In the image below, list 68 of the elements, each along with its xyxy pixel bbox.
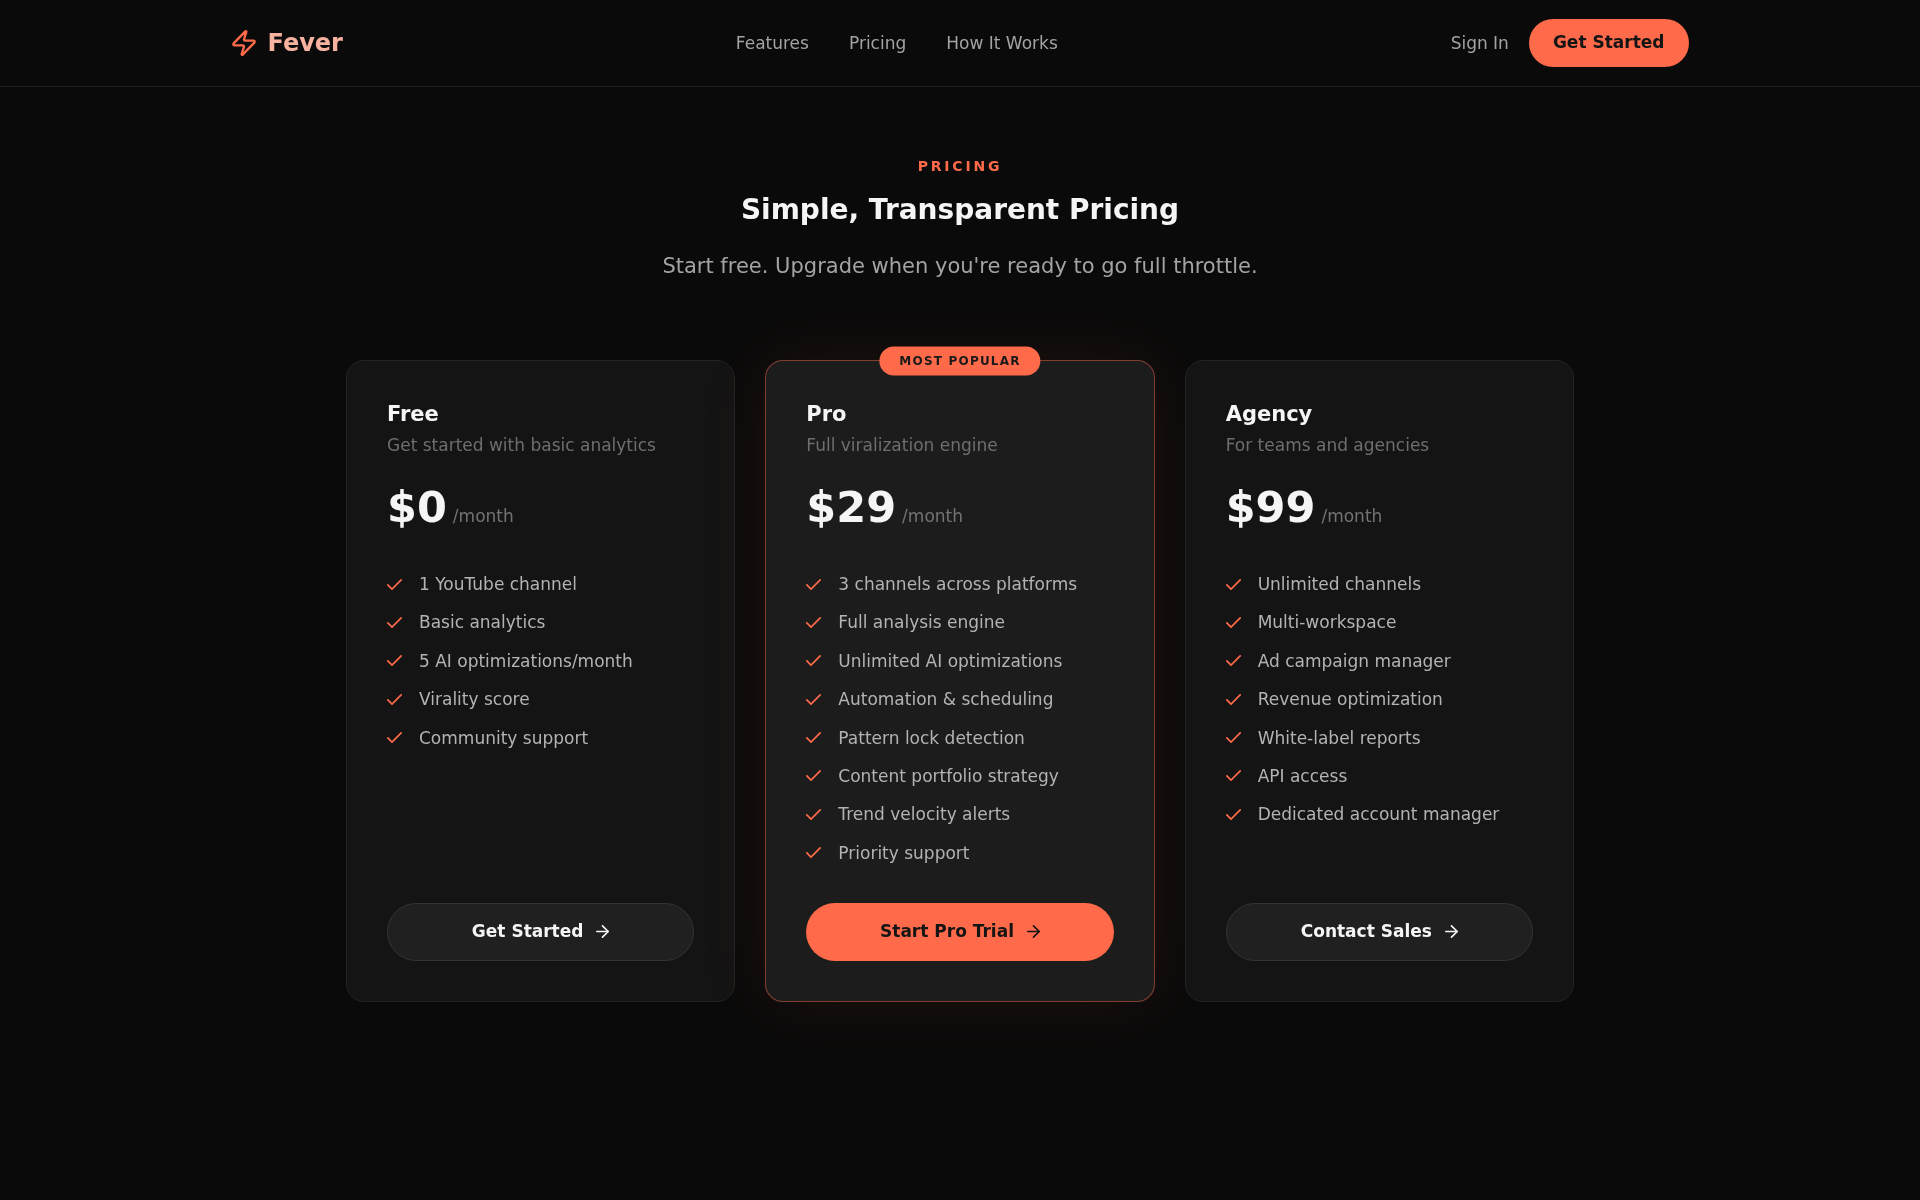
check-icon <box>806 693 822 705</box>
feature-text: Revenue optimization <box>1257 688 1443 712</box>
check-icon <box>806 655 822 667</box>
check-icon <box>387 616 402 628</box>
check-icon <box>806 732 822 744</box>
arrow-right-icon <box>596 925 610 939</box>
nav-link[interactable]: Pricing <box>848 31 907 55</box>
feature-text: Basic analytics <box>419 611 546 635</box>
feature-text: 3 channels across platforms <box>838 573 1078 596</box>
section-label: PRICING <box>917 157 1003 176</box>
popular-badge: MOST POPULAR <box>879 346 1041 376</box>
logo-link[interactable]: Fever <box>231 27 343 59</box>
plan-price: $0 <box>387 481 447 533</box>
feature-text: Content portfolio strategy <box>838 764 1059 788</box>
nav-link[interactable]: Features <box>735 31 809 55</box>
feature-text: Unlimited AI optimizations <box>838 649 1063 673</box>
check-icon <box>387 693 402 705</box>
check-icon <box>1225 578 1241 590</box>
check-icon <box>806 770 822 782</box>
lightning-bolt-icon <box>231 30 256 56</box>
check-icon <box>806 847 822 859</box>
plan-price: $99 <box>1225 481 1316 533</box>
feature-text: Ad campaign manager <box>1257 649 1451 673</box>
page-subtitle: Start free. Upgrade when you're ready to go full throttle. <box>662 253 1258 280</box>
check-icon <box>387 732 402 744</box>
feature-text: Dedicated account manager <box>1257 803 1500 827</box>
check-icon <box>1225 808 1241 820</box>
arrow-right-icon <box>1026 925 1040 939</box>
feature-text: API access <box>1257 764 1348 788</box>
check-icon <box>1225 655 1241 667</box>
plan-name: Pro <box>806 401 848 427</box>
check-icon <box>806 808 822 820</box>
check-icon <box>387 655 402 667</box>
price-period: /month <box>902 505 963 528</box>
feature-text: Automation & scheduling <box>838 688 1054 712</box>
check-icon <box>1225 616 1241 628</box>
plan-description: Get started with basic analytics <box>387 434 657 457</box>
check-icon <box>806 578 822 590</box>
feature-text: 1 YouTube channel <box>419 573 578 596</box>
plan-button[interactable]: Get Started <box>387 902 695 961</box>
nav-link[interactable]: How It Works <box>946 31 1058 55</box>
price-period: /month <box>1321 505 1383 528</box>
get-started-button[interactable]: Get Started <box>1528 19 1689 67</box>
sign-in-link[interactable]: Sign In <box>1450 31 1509 55</box>
plan-description: Full viralization engine <box>806 434 999 457</box>
feature-text: Virality score <box>419 688 530 712</box>
check-icon <box>1225 693 1241 705</box>
check-icon <box>1225 770 1241 782</box>
feature-text: Community support <box>419 726 589 750</box>
plan-price: $29 <box>806 481 897 533</box>
plan-name: Agency <box>1225 401 1314 427</box>
plan-button[interactable]: Contact Sales <box>1225 902 1533 961</box>
page-title: Simple, Transparent Pricing <box>740 192 1180 228</box>
check-icon <box>806 616 822 628</box>
plan-name: Free <box>387 401 440 427</box>
feature-text: Unlimited channels <box>1257 573 1422 596</box>
feature-text: White-label reports <box>1257 726 1421 750</box>
check-icon <box>387 578 402 590</box>
feature-text: Priority support <box>838 841 970 865</box>
feature-text: Multi-workspace <box>1257 611 1397 635</box>
feature-text: Pattern lock detection <box>838 726 1025 750</box>
feature-text: Trend velocity alerts <box>838 803 1011 827</box>
feature-text: Full analysis engine <box>838 611 1006 635</box>
price-period: /month <box>452 505 514 528</box>
plan-description: For teams and agencies <box>1225 434 1431 457</box>
check-icon <box>1225 732 1241 744</box>
feature-text: 5 AI optimizations/month <box>419 649 633 673</box>
plan-button[interactable]: Start Pro Trial <box>806 902 1114 961</box>
